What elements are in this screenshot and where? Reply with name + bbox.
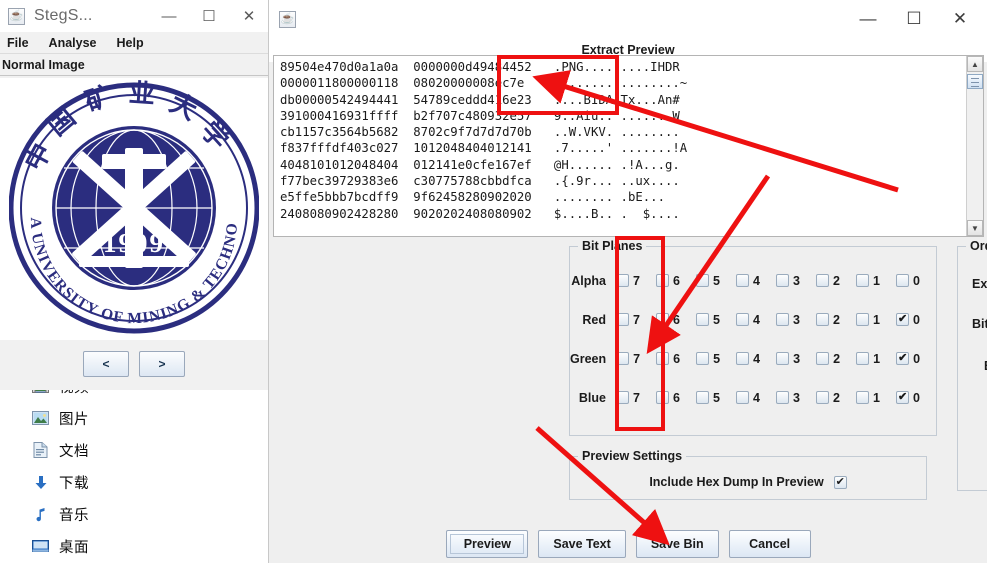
arrow-to-save-bin-button — [535, 426, 670, 546]
arrow-to-bit-plane-zero-column — [646, 174, 771, 354]
annotation-arrows — [532, 70, 899, 546]
arrow-to-png-signature — [532, 70, 899, 193]
